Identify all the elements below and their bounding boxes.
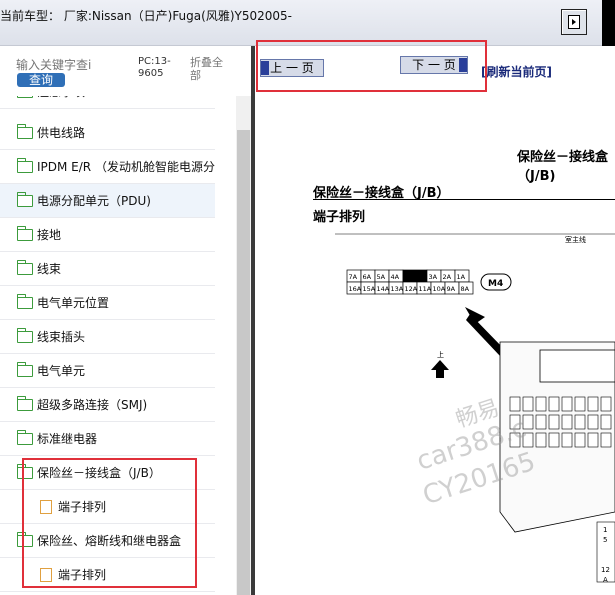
jb-slot [548,432,560,448]
folder-icon [17,192,33,207]
fuse-row-1: 7A 6A 5A 4A 3A 2A 1A [346,269,470,283]
jb-slot [535,432,547,448]
jb-slot [535,414,547,430]
jb-slot [587,432,599,448]
jb-slot [574,396,586,412]
fuse-label: 16A [349,285,362,293]
tree-item[interactable]: 供电线路 [0,116,215,150]
tree-item[interactable]: 接地 [0,218,215,252]
jb-slot [574,432,586,448]
jb-connector [539,349,615,383]
pointer-arrow [466,314,505,356]
folder-icon [17,260,33,275]
fuse-label: 10A [433,285,446,293]
folder-icon [17,328,33,343]
fold-all-link[interactable]: 折叠全部 [190,56,230,82]
jb-slot [509,396,521,412]
fuse-label: 14A [377,285,390,293]
jb-slot [548,414,560,430]
right-label: 5 [603,536,607,544]
tree-item[interactable]: 超级多路连接（SMJ) [0,388,215,422]
jb-slot [561,396,573,412]
play-icon [568,15,580,29]
pc-label: PC:13-9605 [138,56,171,79]
jb-slot [522,396,534,412]
tree-item[interactable]: 电源分配单元（PDU) [0,184,215,218]
annotation-box-nav [256,40,487,92]
right-label: 12 [601,566,610,574]
folder-icon [17,158,33,173]
search-input[interactable] [16,58,106,72]
fuse-label: 9A [447,285,456,293]
search-bar: 查询 PC:13-9605 折叠全部 [0,46,236,96]
jb-slot [587,396,599,412]
fuse-label: 12A [405,285,418,293]
document-title: 保险丝－接线盒（J/B) [517,150,609,184]
fuse-label: 1A [457,273,466,281]
jb-slot [548,396,560,412]
scroll-thumb[interactable] [237,130,250,595]
up-label: 上 [437,350,444,359]
fuse-label: 7A [349,273,358,281]
folder-icon [17,294,33,309]
document-pane: 上 一 页 下 一 页 [刷新当前页] 保险丝－接线盒（J/B) 保险丝－接线盒… [255,46,615,595]
heading-rule [313,199,615,200]
refresh-page-link[interactable]: [刷新当前页] [481,63,552,80]
fuse-label: 3A [429,273,438,281]
annotation-box-tree [22,458,197,588]
tree-item[interactable]: IPDM E/R （发动机舱智能电源分配模块） [0,150,215,184]
tree-item[interactable]: 线束插头 [0,320,215,354]
jb-slot [561,414,573,430]
tree-item[interactable]: 电气单元位置 [0,286,215,320]
tree-item[interactable]: 注意事项 [0,96,215,109]
jb-slot [535,396,547,412]
toolbar-button[interactable] [561,9,587,35]
search-button[interactable]: 查询 [17,73,65,87]
jb-slot [600,396,612,412]
tree-item[interactable]: 标准继电器 [0,422,215,456]
corner-label: 室主线 [565,235,586,244]
jb-slot [587,414,599,430]
folder-icon [17,396,33,411]
vehicle-title: 当前车型： 厂家:Nissan（日产)Fuga(风雅)Y502005- [0,9,292,23]
jb-slot [600,432,612,448]
jb-slot [600,414,612,430]
fuse-label: 4A [391,273,400,281]
up-arrow-icon [431,360,449,378]
section-subheading: 端子排列 [313,210,366,225]
fuse-label: 8A [461,285,470,293]
fuse-row-2: 16A 15A 14A 13A 12A 11A 10A 9A 8A [346,281,474,295]
folder-icon [17,362,33,377]
fuse-cell [402,269,428,283]
jb-slot [574,414,586,430]
fuse-label: 6A [363,273,372,281]
connector-label: M4 [488,279,503,289]
folder-icon [17,96,33,98]
folder-icon [17,124,33,139]
window-edge [602,0,615,46]
fuse-label: 11A [419,285,432,293]
fuse-label: 15A [363,285,376,293]
tree-item[interactable]: 线束 [0,252,215,286]
fuse-label: 5A [377,273,386,281]
fuse-label: 13A [391,285,404,293]
right-label: A [603,576,608,584]
tree-item[interactable]: 电气单元 [0,354,215,388]
right-label: 1 [603,526,607,534]
jb-slot [561,432,573,448]
folder-icon [17,226,33,241]
folder-icon [17,430,33,445]
fuse-label: 2A [443,273,452,281]
